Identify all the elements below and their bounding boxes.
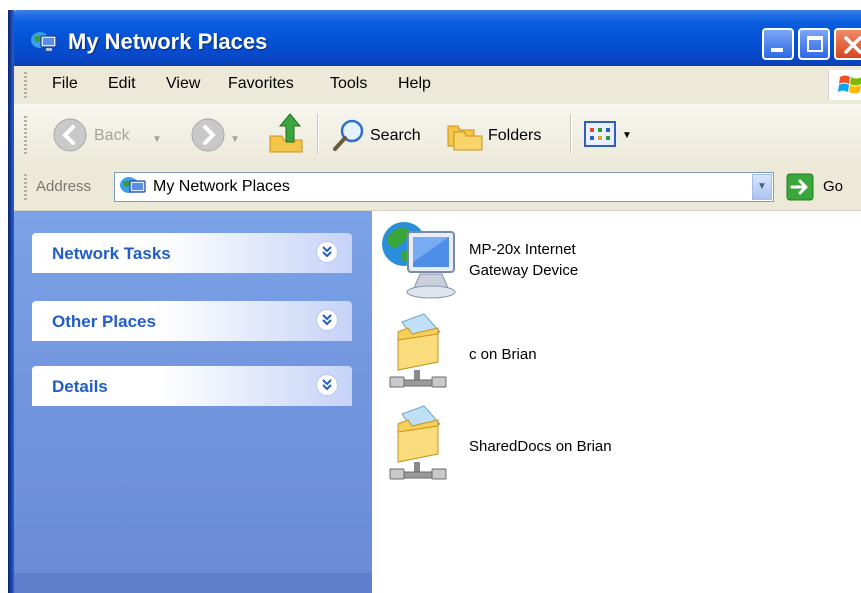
go-label: Go [823,178,844,195]
back-arrow-icon [53,118,87,152]
menu-edit[interactable]: Edit [108,75,136,93]
close-icon [844,36,861,54]
list-item-gateway[interactable]: MP-20x Internet Gateway Device [380,218,640,302]
windows-logo [828,70,861,100]
up-folder-icon [269,113,303,153]
menu-favorites[interactable]: Favorites [228,75,294,93]
toolbar-separator [317,114,319,154]
item-label-line1: MP-20x Internet [469,241,576,258]
address-bar: Address My Network Places ▼ Go [14,166,861,211]
search-label: Search [370,127,421,144]
panel-title: Other Places [52,312,156,331]
menu-view[interactable]: View [166,75,200,93]
list-item-share-c[interactable]: c on Brian [384,310,644,394]
network-places-icon [120,177,146,193]
menubar-grip[interactable] [24,72,27,98]
views-icon [584,121,616,147]
back-label: Back [94,127,130,144]
panel-title: Network Tasks [52,244,171,263]
close-button[interactable] [834,28,861,60]
menu-help[interactable]: Help [398,75,431,93]
item-label-line2: Gateway Device [469,262,579,279]
network-places-icon [31,32,57,51]
menu-bar: File Edit View Favorites Tools Help [14,66,861,105]
maximize-icon [807,36,823,52]
network-computer-icon [382,222,456,299]
search-button[interactable]: Search [330,116,442,156]
chevron-down-icon: ▼ [757,181,767,192]
standard-toolbar: Back ▼ ▼ Search Folders ▼ [14,104,861,167]
panel-network-tasks[interactable]: Network Tasks [32,233,352,273]
search-icon [333,119,364,151]
expand-chevron-icon[interactable] [316,241,338,263]
menu-file[interactable]: File [52,75,78,93]
minimize-icon [771,48,783,52]
views-dropdown-icon: ▼ [622,130,632,141]
windows-flag-icon [838,75,861,94]
address-dropdown-button[interactable]: ▼ [752,174,772,200]
expand-chevron-icon[interactable] [316,309,338,331]
forward-arrow-icon [191,118,225,152]
expand-chevron-icon[interactable] [316,374,338,396]
back-button[interactable]: Back ▼ [48,116,166,156]
forward-button[interactable]: ▼ [186,116,250,156]
address-value: My Network Places [153,178,290,195]
up-folder-button[interactable] [268,112,308,156]
go-button[interactable]: Go [786,172,856,204]
list-item-share-shareddocs[interactable]: SharedDocs on Brian [384,402,684,486]
folders-icon [447,125,483,151]
folders-label: Folders [488,127,542,144]
forward-dropdown-icon: ▼ [230,134,240,145]
network-share-folder-icon [389,405,447,480]
task-pane-footer [14,573,372,593]
views-button[interactable]: ▼ [584,118,634,154]
maximize-button[interactable] [798,28,830,60]
panel-title: Details [52,377,108,396]
go-arrow-icon [786,173,814,201]
menu-tools[interactable]: Tools [330,75,367,93]
toolbar-grip[interactable] [24,116,27,156]
window-title: My Network Places [68,29,268,54]
item-label: c on Brian [469,346,537,363]
minimize-button[interactable] [762,28,794,60]
item-label: SharedDocs on Brian [469,438,612,455]
title-bar[interactable]: My Network Places [8,10,861,66]
toolbar-separator [570,114,572,154]
network-share-folder-icon [389,313,447,388]
folders-button[interactable]: Folders [444,116,564,156]
address-label: Address [36,178,92,195]
panel-other-places[interactable]: Other Places [32,301,352,341]
back-dropdown-icon: ▼ [152,134,162,145]
addressbar-grip[interactable] [24,174,27,200]
address-field[interactable]: My Network Places [114,172,774,202]
panel-details[interactable]: Details [32,366,352,406]
